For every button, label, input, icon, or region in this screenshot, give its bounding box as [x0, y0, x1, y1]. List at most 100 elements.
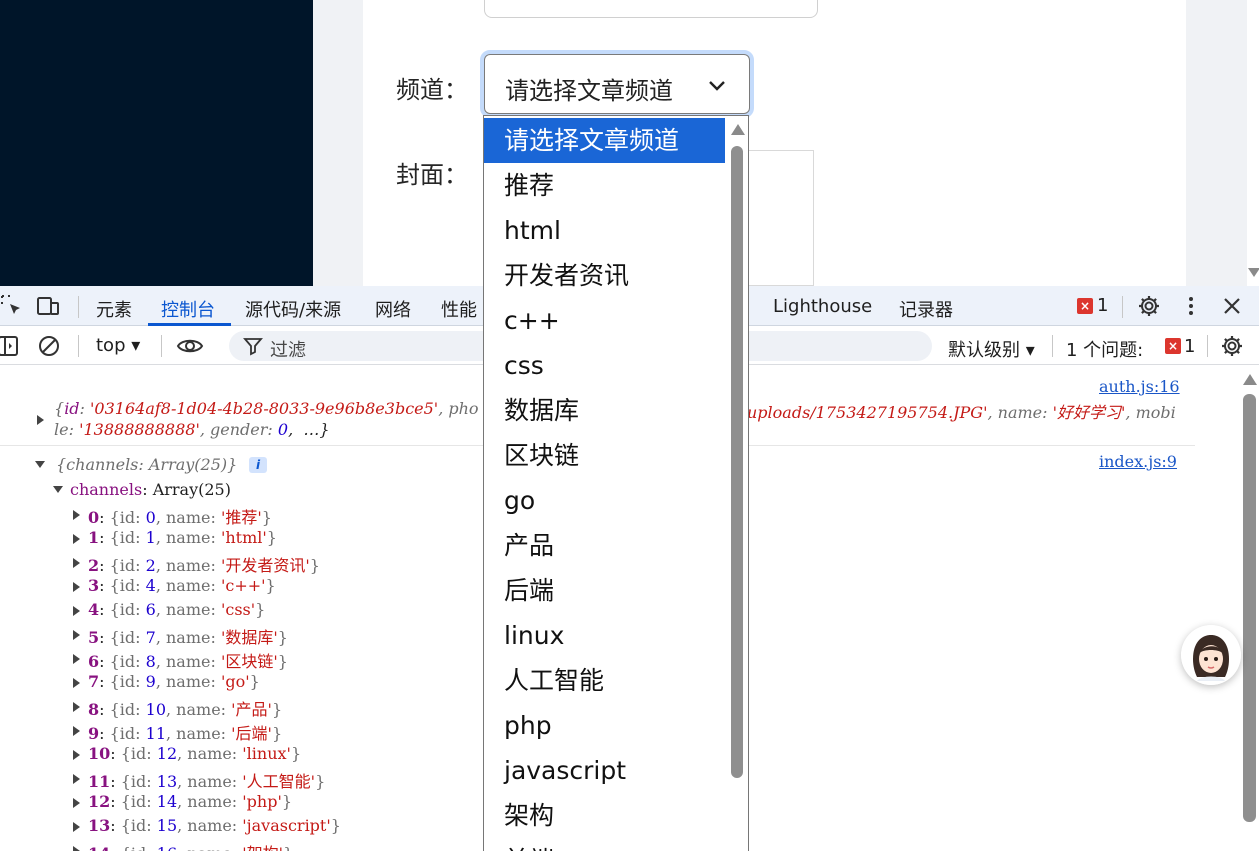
dropdown-option[interactable]: 推荐: [484, 163, 725, 208]
close-icon[interactable]: [1220, 294, 1244, 318]
settings-gear-icon[interactable]: [1137, 294, 1161, 318]
dropdown-option[interactable]: 请选择文章频道: [484, 118, 725, 163]
expand-arrow-icon[interactable]: [73, 750, 80, 760]
console-scroll-thumb[interactable]: [1243, 394, 1256, 822]
channel-dropdown-list: 请选择文章频道 推荐 html 开发者资讯 c++ css 数据库 区块链 go 产品 后端 linu…: [483, 115, 749, 851]
clear-console-icon[interactable]: [37, 334, 61, 358]
channel-array-item[interactable]: 5: {id: 7, name: '数据库'}: [88, 624, 288, 648]
channel-array-item[interactable]: 14: {id: 16, name: '架构'}: [88, 840, 293, 851]
expand-arrow-icon[interactable]: [73, 630, 80, 640]
dropdown-option[interactable]: linux: [484, 613, 725, 658]
info-icon[interactable]: i: [249, 457, 267, 473]
tab-sources[interactable]: 源代码/来源: [245, 296, 341, 322]
expand-arrow-icon[interactable]: [73, 606, 80, 616]
expand-arrow-icon[interactable]: [73, 726, 80, 736]
expand-arrow-icon[interactable]: [73, 678, 80, 688]
cover-label: 封面：: [396, 161, 468, 189]
expand-arrow-icon[interactable]: [73, 582, 80, 592]
dropdown-option[interactable]: 数据库: [484, 388, 725, 433]
tab-network[interactable]: 网络: [375, 296, 411, 322]
expand-arrow-icon[interactable]: [73, 558, 80, 568]
source-link-auth[interactable]: auth.js:16: [1099, 377, 1180, 396]
channel-array-item[interactable]: 10: {id: 12, name: 'linux'}: [88, 744, 301, 763]
dropdown-option[interactable]: go: [484, 478, 725, 523]
issue-flag-icon[interactable]: ×: [1165, 338, 1181, 354]
collapse-arrow-icon[interactable]: [53, 486, 63, 493]
issues-count[interactable]: 1: [1184, 336, 1195, 357]
expand-arrow-icon[interactable]: [73, 798, 80, 808]
channel-array-item[interactable]: 3: {id: 4, name: 'c++'}: [88, 576, 276, 595]
expand-arrow-icon[interactable]: [73, 822, 80, 832]
dropdown-option[interactable]: css: [484, 343, 725, 388]
tab-console[interactable]: 控制台: [161, 296, 215, 322]
log-level-selector[interactable]: 默认级别 ▾: [948, 336, 1035, 362]
expand-arrow-icon[interactable]: [73, 534, 80, 544]
console-scrollbar[interactable]: [1240, 366, 1259, 851]
expand-arrow-icon[interactable]: [73, 654, 80, 664]
dropdown-option[interactable]: c++: [484, 298, 725, 343]
channel-array-item[interactable]: 0: {id: 0, name: '推荐'}: [88, 504, 272, 528]
more-vert-icon[interactable]: [1179, 294, 1203, 318]
tab-elements[interactable]: 元素: [96, 296, 132, 322]
expand-arrow-icon[interactable]: [73, 774, 80, 784]
source-link-index[interactable]: index.js:9: [1099, 452, 1177, 471]
dropdown-option[interactable]: 后端: [484, 568, 725, 613]
tab-recorder[interactable]: 记录器: [899, 296, 953, 322]
toolbar-divider: [1052, 335, 1053, 357]
dropdown-option[interactable]: php: [484, 703, 725, 748]
dropdown-option[interactable]: javascript: [484, 748, 725, 793]
eye-icon[interactable]: [176, 334, 204, 358]
issues-label[interactable]: 1 个问题:: [1066, 336, 1143, 362]
channel-array-item[interactable]: 12: {id: 14, name: 'php'}: [88, 792, 292, 811]
log-level-value: 默认级别: [948, 340, 1020, 361]
dropdown-option[interactable]: 产品: [484, 523, 725, 568]
dropdown-option[interactable]: 区块链: [484, 433, 725, 478]
console-settings-gear-icon[interactable]: [1220, 334, 1244, 358]
dropdown-option[interactable]: html: [484, 208, 725, 253]
channels-property[interactable]: channels: Array(25): [70, 480, 231, 499]
device-toolbar-icon[interactable]: [36, 294, 60, 318]
toolbar-divider: [1207, 335, 1208, 357]
scroll-down-arrow-icon[interactable]: [1248, 268, 1259, 277]
scroll-up-arrow-icon[interactable]: [1243, 374, 1257, 385]
dropdown-scroll-thumb[interactable]: [731, 146, 743, 778]
dropdown-scrollbar[interactable]: [725, 116, 748, 851]
channel-select[interactable]: 请选择文章频道: [480, 50, 754, 118]
filter-icon: [243, 338, 263, 356]
dropdown-option[interactable]: 人工智能: [484, 658, 725, 703]
expand-arrow-icon[interactable]: [73, 702, 80, 712]
tab-lighthouse[interactable]: Lighthouse: [773, 296, 872, 317]
scroll-up-arrow-icon[interactable]: [731, 124, 745, 135]
channel-array-item[interactable]: 2: {id: 2, name: '开发者资讯'}: [88, 552, 320, 576]
inspect-icon[interactable]: [0, 294, 24, 318]
context-selector[interactable]: top ▾: [96, 335, 140, 356]
channel-array-item[interactable]: 13: {id: 15, name: 'javascript'}: [88, 816, 341, 835]
dropdown-option[interactable]: 开发者资讯: [484, 253, 725, 298]
toolbar-divider: [1122, 296, 1123, 318]
log-object-line-1[interactable]: {id: '03164af8-1d04-4b28-8033-9e96b8e3bc…: [54, 399, 479, 418]
channel-array-item[interactable]: 8: {id: 10, name: '产品'}: [88, 696, 282, 720]
channel-array-item[interactable]: 9: {id: 11, name: '后端'}: [88, 720, 282, 744]
channel-array-item[interactable]: 7: {id: 9, name: 'go'}: [88, 672, 260, 691]
channel-array-item[interactable]: 11: {id: 13, name: '人工智能'}: [88, 768, 325, 792]
page-scrollbar[interactable]: [1247, 0, 1259, 286]
cover-upload-box[interactable]: [738, 150, 814, 286]
title-input[interactable]: [484, 0, 818, 18]
channel-array-item[interactable]: 4: {id: 6, name: 'css'}: [88, 600, 265, 619]
expand-arrow-icon[interactable]: [73, 846, 80, 851]
chevron-down-icon: [709, 81, 725, 91]
error-flag-icon[interactable]: ×: [1077, 298, 1093, 314]
channel-array-item[interactable]: 6: {id: 8, name: '区块链'}: [88, 648, 288, 672]
dropdown-option[interactable]: 前端: [484, 838, 725, 851]
collapse-arrow-icon[interactable]: [35, 461, 45, 468]
expand-arrow-icon[interactable]: [73, 510, 80, 520]
dropdown-option[interactable]: 架构: [484, 793, 725, 838]
sidebar-toggle-icon[interactable]: [0, 334, 20, 358]
tab-performance[interactable]: 性能: [441, 296, 477, 322]
error-count[interactable]: 1: [1097, 295, 1108, 316]
log-object-line-2: le: '13888888888', gender: 0, …}: [54, 420, 330, 439]
channel-array-item[interactable]: 1: {id: 1, name: 'html'}: [88, 528, 277, 547]
log-object-summary[interactable]: {channels: Array(25)}: [56, 455, 237, 474]
assistant-avatar-icon[interactable]: [1181, 625, 1241, 685]
expand-arrow-icon[interactable]: [37, 415, 44, 425]
